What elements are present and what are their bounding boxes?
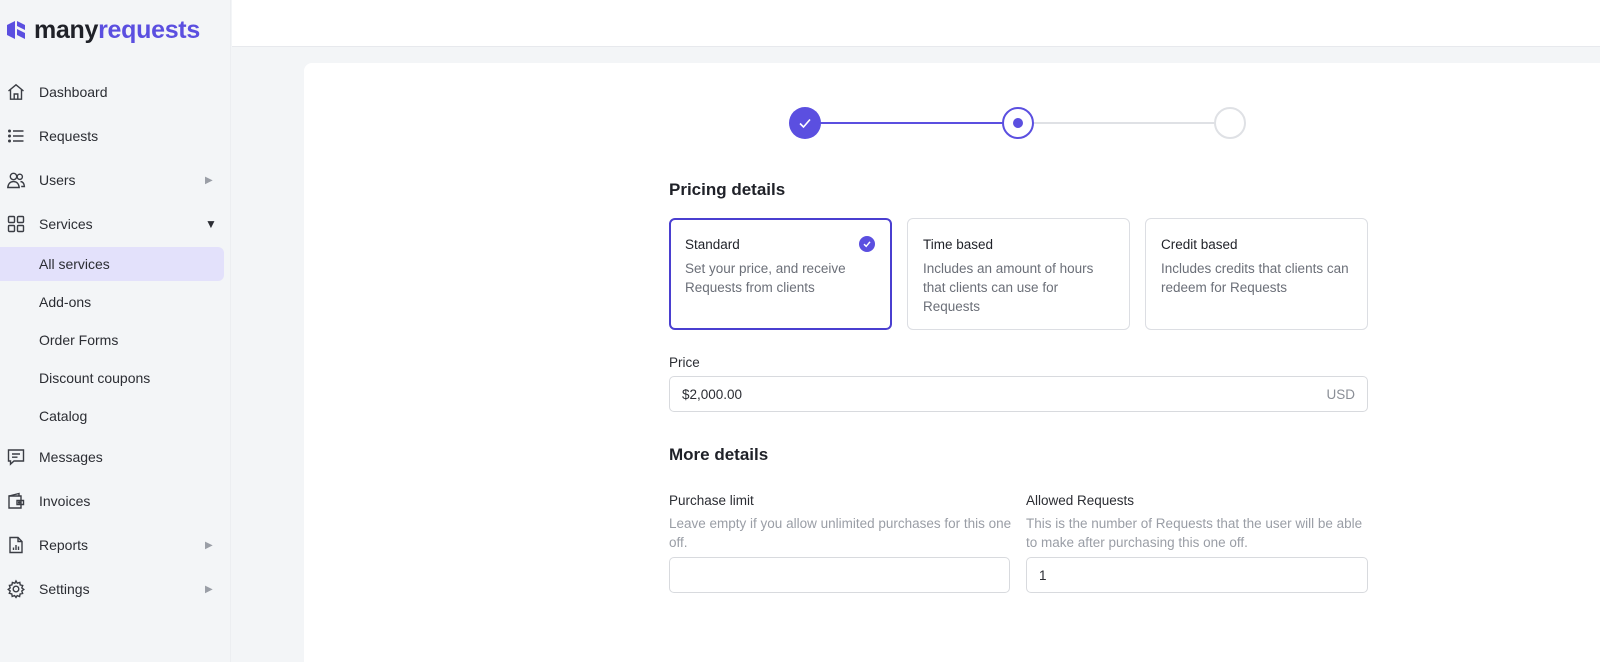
sidebar-item-label: Invoices xyxy=(39,493,91,509)
pricing-details-title: Pricing details xyxy=(669,180,786,199)
price-value: $2,000.00 xyxy=(682,386,743,402)
sidebar-item-label: Dashboard xyxy=(39,84,108,100)
sidebar-item-label: Reports xyxy=(39,537,89,553)
home-icon xyxy=(6,82,26,102)
caret-down-icon: ▼ xyxy=(205,217,217,231)
caret-right-icon: ▶ xyxy=(205,583,213,595)
sidebar-item-label: Messages xyxy=(39,449,103,465)
brand-name: manyrequests xyxy=(34,15,200,44)
purchase-limit-label: Purchase limit xyxy=(669,493,754,508)
grid-icon xyxy=(6,214,26,234)
top-bar xyxy=(232,0,1600,47)
sidebar-item-services[interactable]: Services ▼ xyxy=(0,207,231,241)
caret-right-icon: ▶ xyxy=(205,174,213,186)
sidebar-item-label: Services xyxy=(39,216,93,232)
step-1-done[interactable] xyxy=(789,107,821,139)
step-2-current[interactable] xyxy=(1002,107,1034,139)
message-icon xyxy=(6,447,26,467)
sidebar-item-dashboard[interactable]: Dashboard xyxy=(0,75,231,109)
sidebar-item-messages[interactable]: Messages xyxy=(0,440,231,474)
option-description: Includes credits that clients can redeem… xyxy=(1161,261,1349,295)
sidebar-item-invoices[interactable]: Invoices xyxy=(0,484,231,518)
logo-mark-icon xyxy=(7,21,25,39)
selected-check-icon xyxy=(859,236,875,252)
sidebar-item-label: Users xyxy=(39,172,76,188)
price-input[interactable]: $2,000.00 USD xyxy=(669,376,1368,412)
sidebar-subitem-label: Catalog xyxy=(39,408,88,424)
sidebar-subitem-catalog[interactable]: Catalog xyxy=(0,399,224,433)
sidebar-subitem-order-forms[interactable]: Order Forms xyxy=(0,323,224,357)
sidebar-subitem-label: Add-ons xyxy=(39,294,92,310)
wallet-icon xyxy=(6,491,26,511)
more-details-title: More details xyxy=(669,445,769,464)
gear-icon xyxy=(6,579,26,599)
check-icon xyxy=(799,118,811,129)
sidebar-subitem-all-services[interactable]: All services xyxy=(0,247,224,281)
allowed-requests-input[interactable]: 1 xyxy=(1026,557,1368,593)
purchase-limit-help: Leave empty if you allow unlimited purch… xyxy=(669,516,1012,550)
option-description: Includes an amount of hours that clients… xyxy=(923,261,1094,314)
list-icon xyxy=(6,126,26,146)
sidebar-subitem-label: Discount coupons xyxy=(39,370,151,386)
caret-right-icon: ▶ xyxy=(205,539,213,551)
users-icon xyxy=(6,170,26,190)
sidebar: manyrequests Dashboard Requests Users ▶ … xyxy=(0,0,231,662)
sidebar-subitem-label: Order Forms xyxy=(39,332,119,348)
sidebar-subitem-add-ons[interactable]: Add-ons xyxy=(0,285,224,319)
sidebar-subitem-discount-coupons[interactable]: Discount coupons xyxy=(0,361,224,395)
sidebar-item-settings[interactable]: Settings ▶ xyxy=(0,572,231,606)
pricing-option-time-based[interactable]: Time based Includes an amount of hours t… xyxy=(907,218,1130,330)
report-icon xyxy=(6,535,26,555)
brand-logo[interactable]: manyrequests xyxy=(4,14,200,46)
option-description: Set your price, and receive Requests fro… xyxy=(685,261,846,295)
allowed-requests-value: 1 xyxy=(1039,567,1047,583)
price-label: Price xyxy=(669,355,700,370)
option-title: Standard xyxy=(685,237,740,252)
pricing-option-credit-based[interactable]: Credit based Includes credits that clien… xyxy=(1145,218,1368,330)
currency-suffix: USD xyxy=(1326,386,1355,402)
stepper-line-complete xyxy=(820,122,1006,124)
allowed-requests-help: This is the number of Requests that the … xyxy=(1026,516,1363,550)
sidebar-item-users[interactable]: Users ▶ xyxy=(0,163,231,197)
pricing-option-standard[interactable]: Standard Set your price, and receive Req… xyxy=(669,218,892,330)
current-step-dot xyxy=(1013,118,1023,128)
allowed-requests-label: Allowed Requests xyxy=(1026,493,1135,508)
sidebar-item-reports[interactable]: Reports ▶ xyxy=(0,528,231,562)
sidebar-item-requests[interactable]: Requests xyxy=(0,119,231,153)
option-title: Credit based xyxy=(1161,237,1238,252)
sidebar-item-label: Settings xyxy=(39,581,90,597)
option-title: Time based xyxy=(923,237,994,252)
sidebar-item-label: Requests xyxy=(39,128,99,144)
sidebar-subitem-label: All services xyxy=(39,256,110,272)
step-3-todo[interactable] xyxy=(1214,107,1246,139)
purchase-limit-input[interactable] xyxy=(669,557,1010,593)
stepper-line-pending xyxy=(1034,122,1216,124)
